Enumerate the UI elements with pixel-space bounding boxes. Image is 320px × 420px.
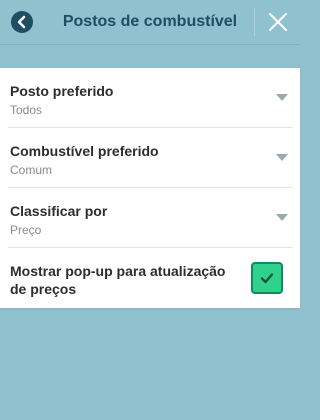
close-icon xyxy=(268,12,288,32)
sort-by-select[interactable]: Classificar por Preço xyxy=(0,188,300,248)
preferred-fuel-select[interactable]: Combustível preferido Comum xyxy=(0,128,300,188)
chevron-left-icon xyxy=(17,15,26,29)
price-popup-label: Mostrar pop-up para atualização de preço… xyxy=(10,263,226,297)
price-popup-checkbox[interactable] xyxy=(251,262,283,294)
checkmark-icon xyxy=(260,273,274,284)
top-bar: Postos de combustível xyxy=(0,0,300,45)
preferred-station-label: Posto preferido xyxy=(10,83,114,99)
close-button[interactable] xyxy=(264,8,292,36)
sort-by-label: Classificar por xyxy=(10,203,108,219)
header-divider xyxy=(254,8,255,36)
preferred-station-select[interactable]: Posto preferido Todos xyxy=(0,68,300,128)
back-button[interactable] xyxy=(11,11,33,33)
settings-panel: Posto preferido Todos Combustível prefer… xyxy=(0,68,300,308)
page-title: Postos de combustível xyxy=(62,13,238,30)
price-popup-toggle-row: Mostrar pop-up para atualização de preço… xyxy=(0,248,300,308)
dropdown-arrow-icon xyxy=(276,214,288,221)
preferred-fuel-label: Combustível preferido xyxy=(10,143,159,159)
dropdown-arrow-icon xyxy=(276,94,288,101)
sort-by-value: Preço xyxy=(10,223,42,237)
dropdown-arrow-icon xyxy=(276,154,288,161)
preferred-fuel-value: Comum xyxy=(10,163,53,177)
preferred-station-value: Todos xyxy=(10,103,43,117)
